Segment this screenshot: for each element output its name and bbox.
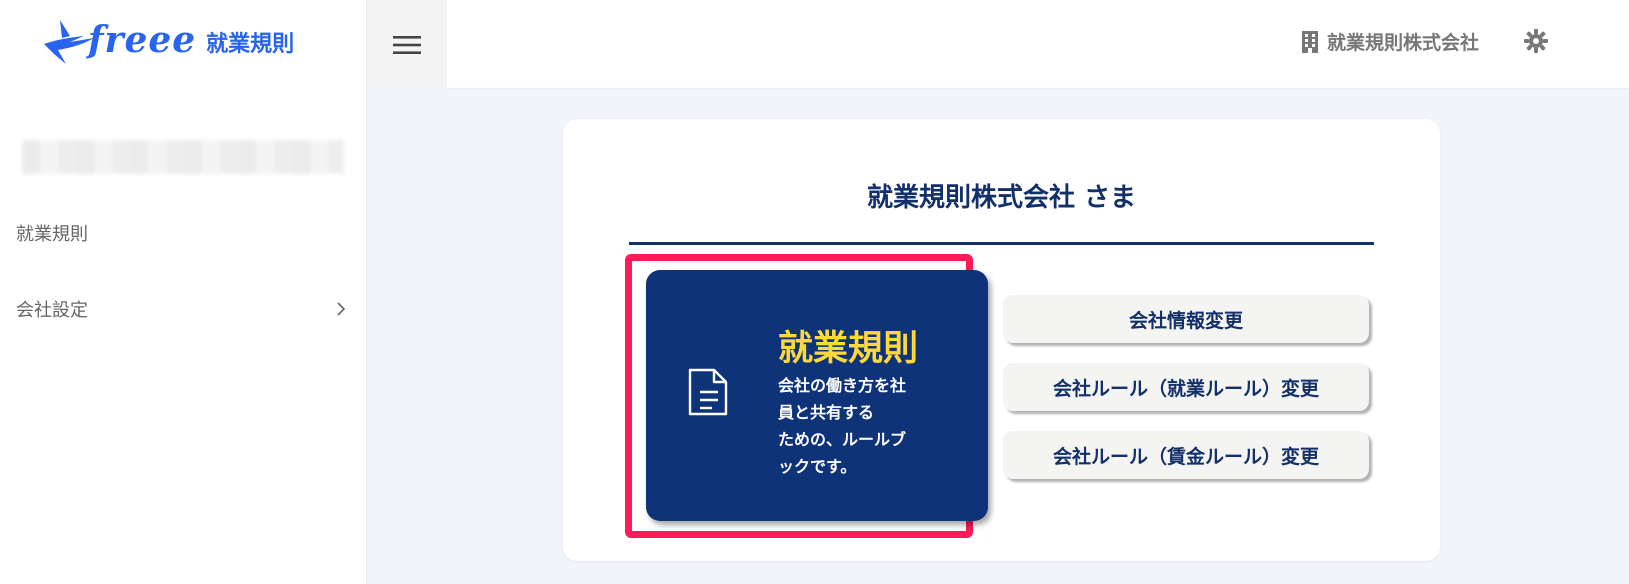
feature-description: 会社の働き方を社 員と共有する ための、ルールブ ックです。: [778, 372, 938, 480]
feature-title: 就業規則: [778, 329, 919, 368]
company-greeting: 就業規則株式会社 さま: [866, 183, 1137, 213]
top-bar: 就業規則株式会社: [367, 0, 1629, 89]
sidebar-item-label: 就業規則: [16, 224, 88, 245]
product-name: 就業規則: [206, 32, 295, 57]
hamburger-icon: [393, 35, 421, 54]
rules-feature-card[interactable]: 就業規則 会社の働き方を社 員と共有する ための、ルールブ ックです。: [646, 270, 988, 521]
main-content: 就業規則株式会社 さま 就業規則 会社の働き方を社 員と共有する ための、ルール…: [367, 89, 1629, 584]
company-name: 就業規則株式会社: [1326, 32, 1479, 54]
description-line: 会社の働き方を社: [778, 376, 907, 395]
sidebar-item-rules[interactable]: 就業規則: [0, 209, 366, 257]
gear-icon[interactable]: [1523, 28, 1549, 54]
company-info-change-button[interactable]: 会社情報変更: [1003, 295, 1369, 343]
company-switcher[interactable]: 就業規則株式会社: [1301, 28, 1479, 55]
sidebar: freee 就業規則 就業規則 会社設定: [0, 0, 367, 584]
building-icon: [1301, 30, 1318, 53]
logo-wordmark: freee: [88, 19, 197, 61]
work-rules-change-button[interactable]: 会社ルール（就業ルール）変更: [1003, 363, 1369, 411]
sidebar-item-company-settings[interactable]: 会社設定: [0, 285, 366, 333]
user-info-blurred: [22, 140, 344, 174]
title-divider: [629, 242, 1374, 245]
sidebar-item-label: 会社設定: [16, 300, 88, 321]
description-line: ための、ルールブ: [778, 430, 907, 449]
app-root: freee 就業規則 就業規則 会社設定 就業規則株式会社 就業規則株式会社 さ…: [0, 0, 1629, 584]
dashboard-card: 就業規則株式会社 さま 就業規則 会社の働き方を社 員と共有する ための、ルール…: [563, 119, 1440, 561]
description-line: 員と共有する: [778, 403, 875, 422]
chevron-right-icon: [337, 302, 346, 316]
menu-toggle-button[interactable]: [367, 0, 447, 89]
description-line: ックです。: [778, 457, 857, 476]
document-icon: [688, 368, 728, 416]
wage-rules-change-button[interactable]: 会社ルール（賃金ルール）変更: [1003, 431, 1369, 479]
freee-logo[interactable]: freee 就業規則: [40, 12, 294, 72]
